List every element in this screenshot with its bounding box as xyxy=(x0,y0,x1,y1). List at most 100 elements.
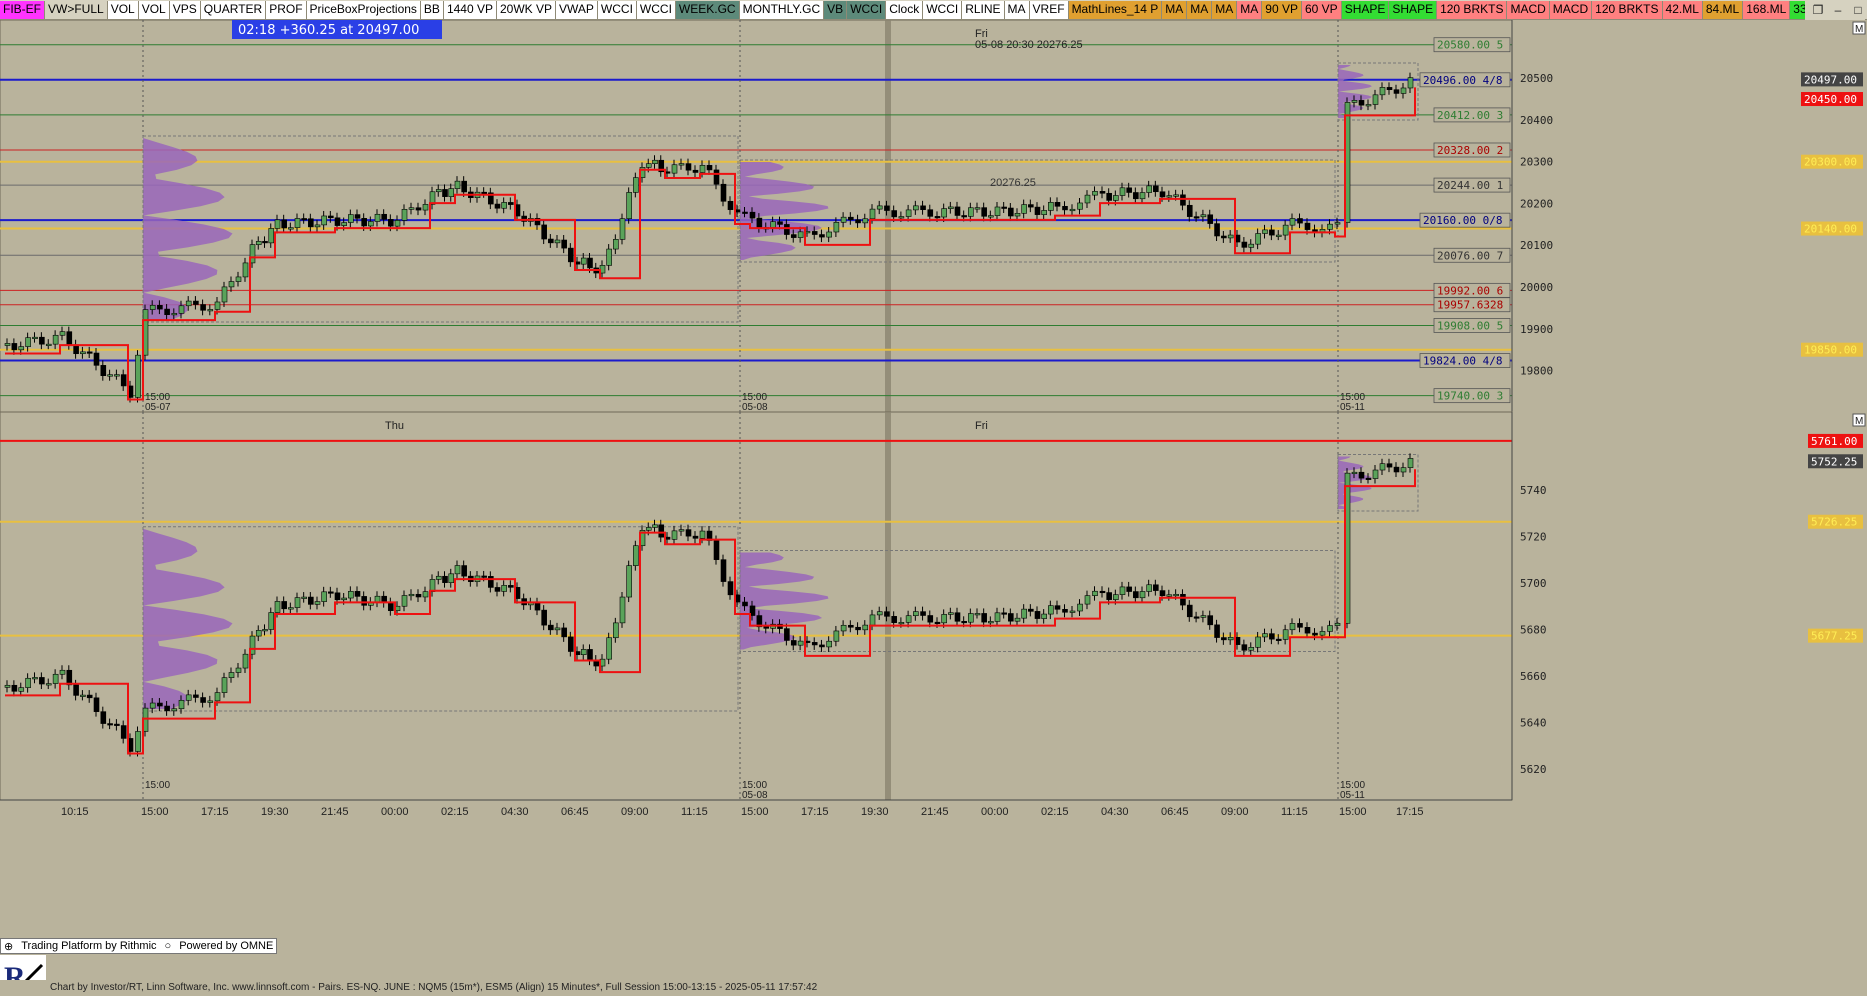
bottom-candle xyxy=(334,592,341,601)
top-level-label: 20076.00 7 xyxy=(1437,249,1503,262)
top-candle xyxy=(1084,194,1091,204)
bottom-candle xyxy=(1248,647,1255,651)
top-candle xyxy=(742,211,748,214)
toolbar-button-60-vp-29[interactable]: 60 VP xyxy=(1302,0,1342,19)
toolbar-button-week-gc-14[interactable]: WEEK.GC xyxy=(675,0,740,19)
toolbar-button-wcci-13[interactable]: WCCI xyxy=(636,0,676,19)
bottom-candle xyxy=(1062,609,1068,613)
bottom-level-label: 5761.00 xyxy=(1811,435,1857,448)
top-price-tick: 20500 xyxy=(1520,72,1553,85)
toolbar-button-wcci-12[interactable]: WCCI xyxy=(597,0,637,19)
bottom-candle xyxy=(713,540,720,560)
toolbar-button-vb-16[interactable]: VB xyxy=(824,0,848,19)
top-candle xyxy=(548,238,554,244)
bottom-candle xyxy=(1386,463,1393,468)
top-candle xyxy=(39,336,45,345)
restore-icon[interactable]: ❐ xyxy=(1811,3,1825,17)
toolbar-button-120-brkts-35[interactable]: 120 BRKTS xyxy=(1592,0,1663,19)
time-axis-tick: 19:30 xyxy=(861,806,889,818)
top-candle xyxy=(1372,94,1379,105)
top-candle xyxy=(756,217,763,228)
top-candle xyxy=(171,313,178,316)
top-candle xyxy=(1034,206,1041,215)
toolbar-button-rline-20[interactable]: RLINE xyxy=(962,0,1005,19)
time-axis-tick: 09:00 xyxy=(621,806,649,818)
bottom-candle xyxy=(255,630,262,637)
toolbar-button-ma-21[interactable]: MA xyxy=(1004,0,1030,19)
toolbar-button-20wk-vp-10[interactable]: 20WK VP xyxy=(496,0,557,19)
toolbar-button-168-ml-38[interactable]: 168.ML xyxy=(1743,0,1791,19)
bottom-candle xyxy=(435,575,442,580)
bottom-candle xyxy=(561,627,567,638)
toolbar-button-vol-3[interactable]: VOL xyxy=(138,0,170,19)
top-high-annotation: 05-08 20:30 20276.25 xyxy=(975,39,1083,51)
bottom-candle xyxy=(93,697,100,712)
minimize-icon[interactable]: – xyxy=(1831,3,1845,17)
toolbar-button-1440-vp-9[interactable]: 1440 VP xyxy=(443,0,497,19)
toolbar-button-ma-25[interactable]: MA xyxy=(1187,0,1213,19)
top-session-date: 05-11 xyxy=(1340,402,1365,413)
toolbar-button-vw-full-1[interactable]: VW>FULL xyxy=(45,0,108,19)
bottom-candle xyxy=(422,591,429,598)
toolbar-button-vref-22[interactable]: VREF xyxy=(1029,0,1069,19)
toolbar-button-120-brkts-32[interactable]: 120 BRKTS xyxy=(1437,0,1508,19)
top-level-label: 20160.00 0/8 xyxy=(1423,214,1502,227)
toolbar-button-clock-18[interactable]: Clock xyxy=(886,0,924,19)
toolbar-button-shape-30[interactable]: SHAPE xyxy=(1341,0,1390,19)
toolbar-button-monthly-gc-15[interactable]: MONTHLY.GC xyxy=(739,0,825,19)
toolbar-button-vol-2[interactable]: VOL xyxy=(107,0,139,19)
bottom-candle xyxy=(1327,625,1333,632)
bottom-candle xyxy=(178,700,185,710)
bottom-candle xyxy=(1351,471,1358,475)
top-candle xyxy=(1262,229,1268,234)
bottom-candle xyxy=(262,629,268,632)
top-candle xyxy=(671,164,678,174)
top-candle xyxy=(954,206,961,216)
toolbar-button-quarter-5[interactable]: QUARTER xyxy=(200,0,267,19)
toolbar-button-fib-ef-0[interactable]: FIB-EF xyxy=(0,0,45,19)
top-candle xyxy=(442,189,448,197)
bottom-candle xyxy=(207,700,214,703)
bottom-candle xyxy=(361,596,367,606)
toolbar-button-42-ml-36[interactable]: 42.ML xyxy=(1662,0,1703,19)
chart-canvas[interactable]: Thu Fri 15:00 05-07 15:00 05-08 15:00 05-11 2050… xyxy=(0,20,1867,980)
toolbar-button-bb-8[interactable]: BB xyxy=(420,0,444,19)
toolbar-button-wcci-19[interactable]: WCCI xyxy=(923,0,963,19)
bottom-candle xyxy=(840,624,847,632)
toolbar-button-90-vp-28[interactable]: 90 VP xyxy=(1262,0,1302,19)
bottom-candle xyxy=(961,621,967,624)
bottom-candle xyxy=(1358,471,1365,479)
bottom-candle xyxy=(1180,593,1186,606)
bottom-candle xyxy=(833,630,840,642)
toolbar-button-ma-26[interactable]: MA xyxy=(1212,0,1238,19)
toolbar-button-ma-24[interactable]: MA xyxy=(1162,0,1188,19)
toolbar-button-shape-31[interactable]: SHAPE xyxy=(1389,0,1438,19)
toolbar-button-mathlines-14-p-23[interactable]: MathLines_14 P xyxy=(1068,0,1163,19)
bottom-candle xyxy=(699,530,706,539)
top-candle xyxy=(699,165,706,173)
time-axis-tick: 15:00 xyxy=(141,806,169,818)
top-candle xyxy=(1001,206,1007,209)
top-candle xyxy=(207,309,214,312)
bottom-price-tick: 5660 xyxy=(1520,670,1547,683)
toolbar-button-ma-27[interactable]: MA xyxy=(1237,0,1263,19)
maximize-icon[interactable]: □ xyxy=(1851,3,1865,17)
toolbar-button-vwap-11[interactable]: VWAP xyxy=(556,0,598,19)
toolbar-button-wcci-17[interactable]: WCCI xyxy=(847,0,887,19)
top-candle xyxy=(1069,208,1076,212)
bottom-candle xyxy=(797,640,804,646)
top-price-tick: 20300 xyxy=(1520,156,1553,169)
toolbar-button-prof-6[interactable]: PROF xyxy=(266,0,307,19)
rithmic-label: Trading Platform by Rithmic xyxy=(21,940,157,952)
toolbar-button-vps-4[interactable]: VPS xyxy=(169,0,201,19)
bottom-candle xyxy=(1312,632,1318,636)
toolbar-button-macd-34[interactable]: MACD xyxy=(1549,0,1593,19)
indicator-toolbar: FIB-EF VW>FULL VOL VOL VPS QUARTER PROF PriceBo… xyxy=(0,0,1867,20)
toolbar-button-84-ml-37[interactable]: 84.ML xyxy=(1702,0,1744,19)
top-level-label: 20450.00 xyxy=(1804,93,1857,106)
bottom-candle xyxy=(1269,633,1275,640)
toolbar-button-macd-33[interactable]: MACD xyxy=(1507,0,1550,19)
top-candle xyxy=(561,239,567,249)
bottom-candle xyxy=(790,640,797,646)
toolbar-button-priceboxprojections-7[interactable]: PriceBoxProjections xyxy=(306,0,421,19)
